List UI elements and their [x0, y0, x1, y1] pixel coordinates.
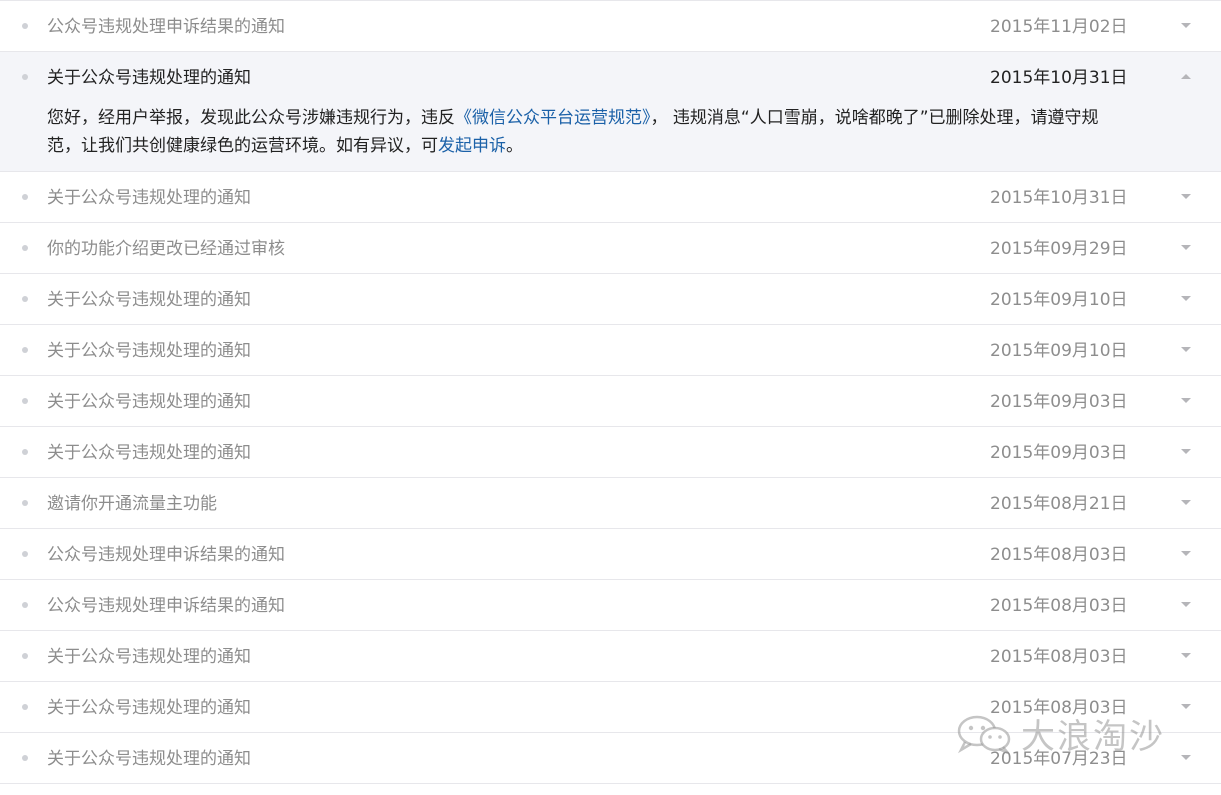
notification-date: 2015年08月03日 — [990, 698, 1128, 718]
notification-row[interactable]: 关于公众号违规处理的通知 2015年08月03日 — [0, 631, 1221, 682]
chevron-down-icon[interactable] — [1181, 347, 1191, 352]
notification-title[interactable]: 关于公众号违规处理的通知 — [47, 697, 251, 719]
notification-date: 2015年09月03日 — [990, 392, 1128, 412]
bullet-dot — [22, 551, 28, 557]
chevron-down-icon[interactable] — [1181, 653, 1191, 658]
notification-title[interactable]: 关于公众号违规处理的通知 — [47, 67, 251, 89]
bullet-dot — [22, 23, 28, 29]
chevron-down-icon[interactable] — [1181, 398, 1191, 403]
detail-text-suffix: 。 — [506, 136, 523, 156]
chevron-down-icon[interactable] — [1181, 602, 1191, 607]
notification-title[interactable]: 关于公众号违规处理的通知 — [47, 391, 251, 413]
chevron-down-icon[interactable] — [1181, 245, 1191, 250]
notification-title[interactable]: 公众号违规处理申诉结果的通知 — [47, 595, 285, 617]
notification-row[interactable]: 关于公众号违规处理的通知 2015年07月23日 — [0, 733, 1221, 784]
notification-list: 公众号违规处理申诉结果的通知 2015年11月02日 关于公众号违规处理的通知 … — [0, 0, 1221, 784]
notification-title[interactable]: 公众号违规处理申诉结果的通知 — [47, 544, 285, 566]
bullet-dot — [22, 449, 28, 455]
notification-date: 2015年09月10日 — [990, 290, 1128, 310]
notification-row[interactable]: 邀请你开通流量主功能 2015年08月21日 — [0, 478, 1221, 529]
chevron-down-icon[interactable] — [1181, 449, 1191, 454]
notification-row[interactable]: 关于公众号违规处理的通知 2015年09月03日 — [0, 427, 1221, 478]
bullet-dot — [22, 296, 28, 302]
notification-title[interactable]: 公众号违规处理申诉结果的通知 — [47, 16, 285, 38]
notification-date: 2015年09月29日 — [990, 239, 1128, 259]
notification-date: 2015年11月02日 — [990, 17, 1128, 37]
notification-date: 2015年08月21日 — [990, 494, 1128, 514]
detail-text-prefix: 您好，经用户举报，发现此公众号涉嫌违规行为，违反 — [47, 108, 455, 128]
notification-date: 2015年09月03日 — [990, 443, 1128, 463]
notification-row[interactable]: 公众号违规处理申诉结果的通知 2015年08月03日 — [0, 529, 1221, 580]
bullet-dot — [22, 755, 28, 761]
notification-title[interactable]: 关于公众号违规处理的通知 — [47, 187, 251, 209]
notification-row[interactable]: 公众号违规处理申诉结果的通知 2015年08月03日 — [0, 580, 1221, 631]
notification-title[interactable]: 关于公众号违规处理的通知 — [47, 340, 251, 362]
notification-row[interactable]: 关于公众号违规处理的通知 2015年09月03日 — [0, 376, 1221, 427]
notification-date: 2015年08月03日 — [990, 647, 1128, 667]
notification-title[interactable]: 关于公众号违规处理的通知 — [47, 748, 251, 770]
bullet-dot — [22, 74, 28, 80]
notification-title[interactable]: 关于公众号违规处理的通知 — [47, 289, 251, 311]
notification-row[interactable]: 你的功能介绍更改已经通过审核 2015年09月29日 — [0, 223, 1221, 274]
notification-title[interactable]: 邀请你开通流量主功能 — [47, 493, 217, 515]
appeal-link[interactable]: 发起申诉 — [438, 136, 506, 156]
notification-row[interactable]: 关于公众号违规处理的通知 2015年09月10日 — [0, 325, 1221, 376]
chevron-down-icon[interactable] — [1181, 194, 1191, 199]
chevron-down-icon[interactable] — [1181, 551, 1191, 556]
notification-title[interactable]: 关于公众号违规处理的通知 — [47, 442, 251, 464]
notification-title[interactable]: 关于公众号违规处理的通知 — [47, 646, 251, 668]
policy-link[interactable]: 《微信公众平台运营规范》 — [455, 108, 651, 128]
notification-title[interactable]: 你的功能介绍更改已经通过审核 — [47, 238, 285, 260]
notification-row-expanded[interactable]: 关于公众号违规处理的通知 2015年10月31日 您好，经用户举报，发现此公众号… — [0, 52, 1221, 172]
notification-row[interactable]: 公众号违规处理申诉结果的通知 2015年11月02日 — [0, 1, 1221, 52]
bullet-dot — [22, 245, 28, 251]
bullet-dot — [22, 347, 28, 353]
bullet-dot — [22, 194, 28, 200]
chevron-down-icon[interactable] — [1181, 296, 1191, 301]
notification-date: 2015年08月03日 — [990, 596, 1128, 616]
bullet-dot — [22, 602, 28, 608]
notification-date: 2015年09月10日 — [990, 341, 1128, 361]
chevron-down-icon[interactable] — [1181, 23, 1191, 28]
chevron-down-icon[interactable] — [1181, 704, 1191, 709]
notification-date: 2015年10月31日 — [990, 68, 1128, 88]
notification-row[interactable]: 关于公众号违规处理的通知 2015年09月10日 — [0, 274, 1221, 325]
chevron-up-icon[interactable] — [1181, 74, 1191, 79]
bullet-dot — [22, 500, 28, 506]
notification-row[interactable]: 关于公众号违规处理的通知 2015年10月31日 — [0, 172, 1221, 223]
chevron-down-icon[interactable] — [1181, 500, 1191, 505]
notification-date: 2015年07月23日 — [990, 749, 1128, 769]
bullet-dot — [22, 653, 28, 659]
chevron-down-icon[interactable] — [1181, 755, 1191, 760]
notification-row[interactable]: 关于公众号违规处理的通知 2015年08月03日 — [0, 682, 1221, 733]
bullet-dot — [22, 398, 28, 404]
notification-date: 2015年08月03日 — [990, 545, 1128, 565]
bullet-dot — [22, 704, 28, 710]
notification-detail: 您好，经用户举报，发现此公众号涉嫌违规行为，违反《微信公众平台运营规范》， 违规… — [47, 104, 1127, 160]
notification-date: 2015年10月31日 — [990, 188, 1128, 208]
